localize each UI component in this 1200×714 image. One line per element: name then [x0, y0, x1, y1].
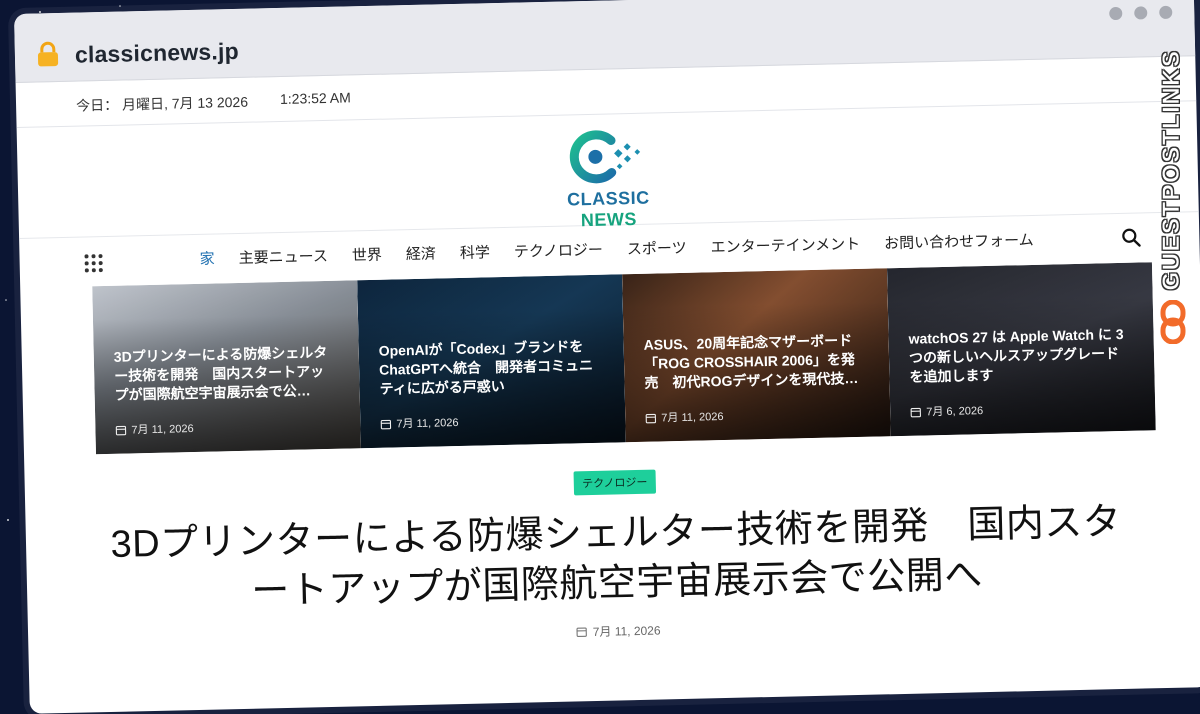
- window-dot-icon[interactable]: [1109, 7, 1122, 20]
- featured-card-title[interactable]: OpenAIが「Codex」ブランドをChatGPTへ統合 開発者コミュニティに…: [379, 337, 602, 399]
- nav-item-economy[interactable]: 経済: [406, 242, 436, 264]
- featured-card[interactable]: OpenAIが「Codex」ブランドをChatGPTへ統合 開発者コミュニティに…: [357, 274, 626, 448]
- calendar-icon: [910, 406, 921, 417]
- watermark-text: GUESTPOSTLINKS: [1158, 49, 1186, 290]
- link-chain-icon: [1160, 300, 1186, 344]
- nav-menu: 家 主要ニュース 世界 経済 科学 テクノロジー スポーツ エンターテインメント…: [199, 229, 1034, 269]
- featured-card[interactable]: watchOS 27 は Apple Watch に 3 つの新しいヘルスアップ…: [887, 262, 1156, 436]
- nav-item-contact[interactable]: お問い合わせフォーム: [884, 229, 1034, 253]
- calendar-icon: [115, 424, 126, 435]
- featured-card-meta: 7月 11, 2026: [380, 414, 459, 432]
- browser-window: classicnews.jp 今日： 月曜日, 7月 13 2026 1:23:…: [14, 0, 1200, 714]
- window-dot-icon[interactable]: [1159, 6, 1172, 19]
- featured-posts-strip: 3Dプリンターによる防爆シェルター技術を開発 国内スタートアップが国際航空宇宙展…: [92, 262, 1156, 454]
- window-controls: [1109, 6, 1172, 20]
- guestpostlinks-watermark: GUESTPOSTLINKS: [1152, 50, 1192, 360]
- calendar-icon: [576, 626, 587, 637]
- calendar-icon: [380, 418, 391, 429]
- category-badge[interactable]: テクノロジー: [574, 470, 656, 496]
- nav-item-home[interactable]: 家: [199, 248, 214, 269]
- nav-item-world[interactable]: 世界: [352, 244, 382, 266]
- nav-item-top-news[interactable]: 主要ニュース: [238, 245, 328, 268]
- current-time: 1:23:52 AM: [280, 89, 351, 107]
- nav-item-technology[interactable]: テクノロジー: [514, 239, 604, 262]
- calendar-icon: [645, 412, 656, 423]
- featured-card-meta: 7月 6, 2026: [910, 402, 983, 420]
- nav-item-entertainment[interactable]: エンターテインメント: [710, 233, 860, 257]
- featured-card[interactable]: ASUS、20周年記念マザーボード「ROG CROSSHAIR 2006」を発売…: [622, 268, 891, 442]
- current-date: 今日： 月曜日, 7月 13 2026: [76, 92, 248, 116]
- featured-card-date: 7月 11, 2026: [396, 414, 459, 431]
- featured-card-date: 7月 11, 2026: [131, 420, 194, 437]
- search-icon[interactable]: [1121, 227, 1141, 247]
- featured-card-title[interactable]: ASUS、20周年記念マザーボード「ROG CROSSHAIR 2006」を発売…: [643, 331, 866, 393]
- grid-menu-icon[interactable]: [83, 253, 103, 273]
- featured-card-meta: 7月 11, 2026: [115, 420, 194, 438]
- window-dot-icon[interactable]: [1134, 6, 1147, 19]
- featured-card-title[interactable]: watchOS 27 は Apple Watch に 3 つの新しいヘルスアップ…: [908, 325, 1131, 387]
- nav-item-sports[interactable]: スポーツ: [627, 237, 687, 259]
- article-header: テクノロジー 3Dプリンターによる防爆シェルター技術を開発 国内スタートアップが…: [25, 457, 1200, 653]
- classic-news-logo-icon[interactable]: [565, 126, 646, 188]
- featured-card-meta: 7月 11, 2026: [645, 408, 724, 426]
- article-headline: 3Dプリンターによる防爆シェルター技術を開発 国内スタートアップが国際航空宇宙展…: [106, 497, 1128, 620]
- address-bar-url[interactable]: classicnews.jp: [75, 38, 239, 69]
- featured-card-title[interactable]: 3Dプリンターによる防爆シェルター技術を開発 国内スタートアップが国際航空宇宙展…: [114, 343, 337, 405]
- nav-item-science[interactable]: 科学: [460, 241, 490, 263]
- featured-card[interactable]: 3Dプリンターによる防爆シェルター技術を開発 国内スタートアップが国際航空宇宙展…: [92, 280, 361, 454]
- logo-word-classic: CLASSIC: [567, 188, 650, 210]
- featured-card-date: 7月 11, 2026: [661, 408, 724, 425]
- article-date: 7月 11, 2026: [593, 621, 661, 640]
- lock-icon: [37, 41, 60, 67]
- featured-card-date: 7月 6, 2026: [926, 402, 983, 419]
